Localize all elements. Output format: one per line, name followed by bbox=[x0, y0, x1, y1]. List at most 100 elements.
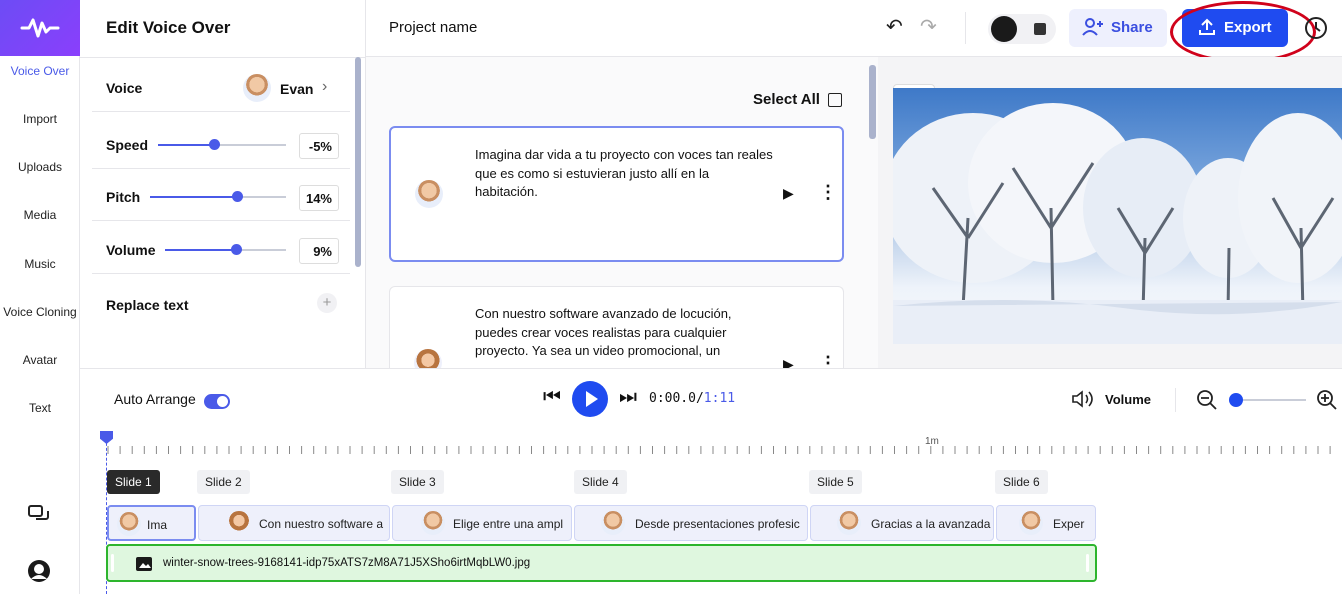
zoom-slider-handle[interactable] bbox=[1229, 393, 1243, 407]
play-button[interactable] bbox=[572, 381, 608, 417]
play-icon[interactable]: ▶ bbox=[783, 185, 794, 202]
media-track[interactable]: winter-snow-trees-9168141-idp75xATS7zM8A… bbox=[106, 544, 1097, 582]
pitch-value[interactable]: 14% bbox=[299, 185, 339, 211]
add-user-icon bbox=[1082, 18, 1104, 40]
auto-arrange-toggle[interactable] bbox=[204, 394, 230, 409]
total-time: 1:11 bbox=[703, 391, 736, 406]
toggle-knob bbox=[217, 396, 228, 407]
clip-text: Exper bbox=[1053, 517, 1085, 531]
speed-label: Speed bbox=[106, 137, 149, 153]
volume-row: Volume 9% bbox=[92, 226, 350, 274]
script-text[interactable]: Con nuestro software avanzado de locució… bbox=[475, 305, 765, 369]
slide-view-icon[interactable] bbox=[1034, 23, 1046, 35]
voice-clip[interactable]: Elige entre una ampl bbox=[392, 505, 572, 541]
select-all-label[interactable]: Select All bbox=[753, 91, 820, 108]
nav-voice-over[interactable]: Voice Over bbox=[0, 64, 80, 78]
nav-avatar[interactable]: Avatar bbox=[0, 353, 80, 367]
speaker-avatar bbox=[227, 511, 251, 535]
nav-media[interactable]: Media bbox=[0, 208, 80, 222]
speed-value[interactable]: -5% bbox=[299, 133, 339, 159]
zoom-slider-track[interactable] bbox=[1236, 399, 1306, 401]
volume-label: Volume bbox=[106, 242, 156, 258]
panel-scrollbar[interactable] bbox=[355, 57, 361, 267]
voice-clip[interactable]: Con nuestro software a bbox=[198, 505, 390, 541]
script-card[interactable]: Imagina dar vida a tu proyecto con voces… bbox=[389, 126, 844, 262]
share-button[interactable]: Share bbox=[1069, 9, 1167, 47]
replace-text-label: Replace text bbox=[106, 297, 189, 313]
view-toggle[interactable] bbox=[988, 14, 1056, 44]
slide-preview-image[interactable] bbox=[893, 88, 1342, 344]
speed-slider-track[interactable] bbox=[212, 144, 286, 146]
skip-forward-icon[interactable]: ⏭ bbox=[619, 386, 637, 409]
chat-icon[interactable] bbox=[28, 505, 50, 530]
project-name[interactable]: Project name bbox=[389, 19, 477, 36]
trim-handle-left[interactable] bbox=[111, 554, 114, 572]
clip-text: Ima bbox=[147, 518, 168, 532]
speed-row: Speed -5% bbox=[92, 121, 350, 169]
slide-label[interactable]: Slide 2 bbox=[197, 470, 250, 494]
voice-row[interactable]: Voice Evan › bbox=[92, 64, 350, 112]
add-icon[interactable]: + bbox=[317, 293, 337, 313]
script-text[interactable]: Imagina dar vida a tu proyecto con voces… bbox=[475, 146, 775, 202]
image-icon bbox=[136, 557, 152, 576]
slide-label[interactable]: Slide 6 bbox=[995, 470, 1048, 494]
undo-icon[interactable]: ↶ bbox=[886, 14, 903, 39]
volume-slider-track[interactable] bbox=[235, 249, 286, 251]
replace-text-row: Replace text + bbox=[92, 280, 350, 328]
pitch-slider-fill bbox=[150, 196, 236, 198]
volume-slider-handle[interactable] bbox=[231, 244, 242, 255]
panel-title: Edit Voice Over bbox=[106, 18, 231, 37]
ruler-ticks bbox=[107, 446, 1331, 454]
clip-text: Con nuestro software a bbox=[259, 517, 384, 531]
share-label: Share bbox=[1111, 19, 1153, 36]
script-card[interactable]: Con nuestro software avanzado de locució… bbox=[389, 286, 844, 377]
highlight-circle bbox=[1170, 1, 1316, 63]
nav-music[interactable]: Music bbox=[0, 257, 80, 271]
ruler-mark: 1m bbox=[925, 436, 939, 447]
more-options-icon[interactable]: ⋮ bbox=[819, 182, 837, 203]
play-icon bbox=[586, 391, 598, 407]
nav-import[interactable]: Import bbox=[0, 112, 80, 126]
pitch-slider-track[interactable] bbox=[236, 196, 286, 198]
pitch-row: Pitch 14% bbox=[92, 173, 350, 221]
nav-uploads[interactable]: Uploads bbox=[0, 160, 80, 174]
voice-avatar bbox=[243, 74, 271, 102]
voice-clip[interactable]: Ima bbox=[107, 505, 196, 541]
voice-clip[interactable]: Gracias a la avanzada bbox=[810, 505, 994, 541]
voice-name: Evan bbox=[280, 81, 314, 97]
auto-arrange-label: Auto Arrange bbox=[114, 391, 196, 407]
media-file-name: winter-snow-trees-9168141-idp75xATS7zM8A… bbox=[163, 557, 531, 569]
trim-handle-right[interactable] bbox=[1086, 554, 1089, 572]
speed-slider-handle[interactable] bbox=[209, 139, 220, 150]
speaker-avatar bbox=[117, 512, 141, 536]
chevron-right-icon: › bbox=[322, 78, 328, 95]
voice-clip[interactable]: Desde presentaciones profesic bbox=[574, 505, 808, 541]
pitch-slider-handle[interactable] bbox=[232, 191, 243, 202]
skip-back-icon[interactable]: ⏮ bbox=[543, 386, 561, 409]
divider bbox=[80, 57, 366, 58]
nav-voice-cloning[interactable]: Voice Cloning bbox=[0, 305, 80, 319]
speed-slider-fill bbox=[158, 144, 212, 146]
redo-icon[interactable]: ↷ bbox=[920, 14, 937, 39]
nav-text[interactable]: Text bbox=[0, 401, 80, 415]
speaker-icon[interactable] bbox=[1071, 390, 1095, 413]
pitch-label: Pitch bbox=[106, 189, 141, 205]
select-all-checkbox[interactable] bbox=[828, 93, 842, 107]
snowy-trees-image bbox=[893, 103, 1342, 344]
slide-label[interactable]: Slide 1 bbox=[107, 470, 160, 494]
history-icon[interactable] bbox=[1303, 15, 1329, 46]
account-avatar-icon[interactable] bbox=[27, 559, 51, 588]
slide-label[interactable]: Slide 3 bbox=[391, 470, 444, 494]
voice-clip[interactable]: Exper bbox=[996, 505, 1096, 541]
slide-label[interactable]: Slide 4 bbox=[574, 470, 627, 494]
time-ruler[interactable] bbox=[100, 432, 1342, 456]
left-nav: Voice Over Import Uploads Media Music Vo… bbox=[0, 0, 80, 594]
script-scrollbar[interactable] bbox=[869, 65, 876, 139]
volume-value[interactable]: 9% bbox=[299, 238, 339, 264]
slide-label[interactable]: Slide 5 bbox=[809, 470, 862, 494]
timeline-view-icon[interactable] bbox=[991, 16, 1017, 42]
zoom-in-icon[interactable] bbox=[1316, 389, 1338, 416]
waveform-logo-icon bbox=[20, 18, 60, 38]
app-logo[interactable] bbox=[0, 0, 80, 56]
zoom-out-icon[interactable] bbox=[1196, 389, 1218, 416]
